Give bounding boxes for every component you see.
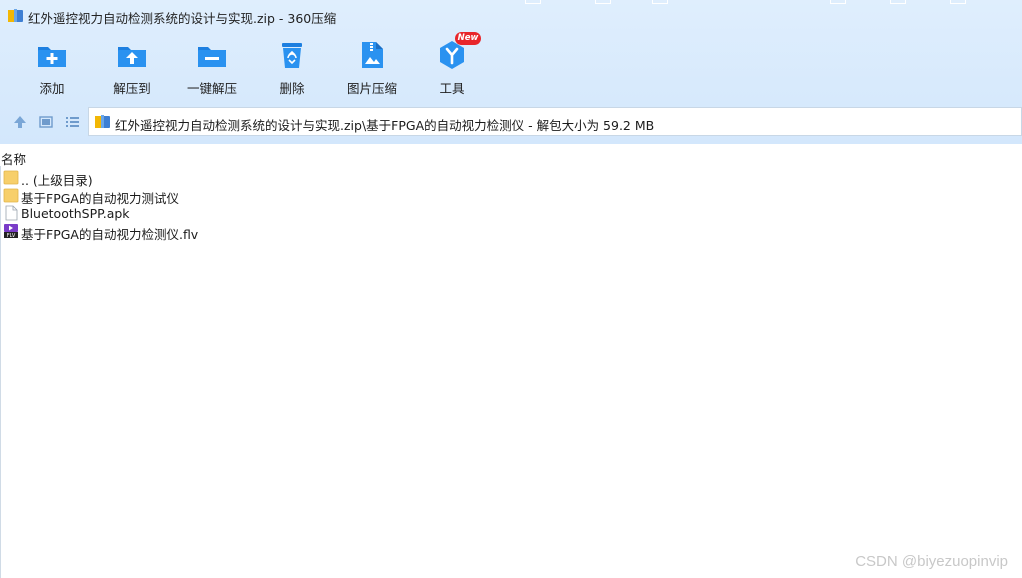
list-item-parent-dir[interactable]: .. (上级目录) — [0, 168, 600, 188]
toolbar: 添加 解压到 一键解压 删除 图片压缩 工具 — [0, 36, 520, 98]
one-click-extract-label: 一键解压 — [186, 81, 237, 96]
folder-icon — [3, 170, 19, 185]
list-item-folder[interactable]: 基于FPGA的自动视力测试仪 — [0, 186, 600, 206]
up-level-icon[interactable] — [11, 113, 29, 131]
list-item-file[interactable]: BluetoothSPP.apk — [0, 204, 600, 222]
delete-label: 删除 — [279, 81, 305, 96]
title-bar: 红外遥控视力自动检测系统的设计与实现.zip - 360压缩 — [0, 0, 1022, 32]
image-compress-label: 图片压缩 — [346, 81, 397, 96]
one-click-extract-icon — [198, 47, 226, 67]
archive-icon — [95, 115, 110, 128]
file-icon — [5, 205, 18, 221]
archive-app-icon — [8, 9, 23, 22]
one-click-extract-button[interactable]: 一键解压 — [172, 36, 252, 98]
list-view-icon[interactable] — [63, 113, 81, 131]
add-button[interactable]: 添加 — [12, 36, 92, 98]
window-title: 红外遥控视力自动检测系统的设计与实现.zip - 360压缩 — [28, 11, 337, 26]
file-name: 基于FPGA的自动视力检测仪.flv — [21, 227, 199, 242]
extract-to-icon — [118, 47, 146, 67]
extract-to-button[interactable]: 解压到 — [92, 36, 172, 98]
svg-text:FLV: FLV — [7, 233, 16, 239]
title-divider — [830, 0, 846, 4]
extract-to-label: 解压到 — [113, 81, 151, 96]
new-badge: New — [455, 32, 481, 45]
thumbnail-view-icon[interactable] — [37, 113, 55, 131]
tools-label: 工具 — [439, 81, 465, 96]
title-divider — [652, 0, 668, 4]
add-label: 添加 — [39, 81, 65, 96]
tools-button[interactable]: 工具 — [412, 36, 492, 98]
flv-video-icon: FLV — [4, 224, 18, 239]
path-field[interactable]: 红外遥控视力自动检测系统的设计与实现.zip\基于FPGA的自动视力检测仪 - … — [88, 107, 1022, 136]
list-item-file[interactable]: FLV 基于FPGA的自动视力检测仪.flv — [0, 222, 600, 242]
add-folder-icon — [38, 47, 66, 67]
name-column-header[interactable]: 名称 — [1, 149, 26, 168]
title-divider — [950, 0, 966, 4]
image-compress-icon — [362, 42, 383, 68]
watermark: CSDN @biyezuopinvip — [855, 553, 1008, 570]
column-header: 名称 — [0, 146, 1022, 168]
title-divider — [595, 0, 611, 4]
title-divider — [890, 0, 906, 4]
title-divider — [525, 0, 541, 4]
address-bar-row: 红外遥控视力自动检测系统的设计与实现.zip\基于FPGA的自动视力检测仪 - … — [0, 106, 1022, 138]
file-name: BluetoothSPP.apk — [21, 206, 130, 221]
folder-icon — [3, 188, 19, 203]
path-text: 红外遥控视力自动检测系统的设计与实现.zip\基于FPGA的自动视力检测仪 - … — [115, 118, 655, 133]
recycle-bin-icon — [282, 43, 302, 68]
image-compress-button[interactable]: 图片压缩 — [332, 36, 412, 98]
delete-button[interactable]: 删除 — [252, 36, 332, 98]
